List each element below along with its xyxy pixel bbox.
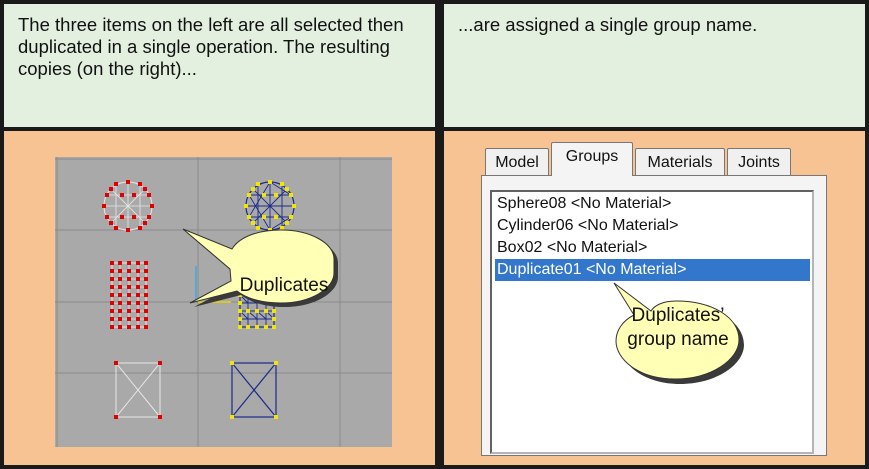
group-name-callout-line1: Duplicates’ xyxy=(631,305,725,326)
left-caption: The three items on the left are all sele… xyxy=(4,4,435,127)
right-illustration-panel: Model Groups Materials Joints Sphere08 <… xyxy=(444,131,865,465)
left-illustration-panel: Duplicates xyxy=(4,131,435,465)
group-name-callout-line2: group name xyxy=(627,329,729,350)
group-name-callout-bubble xyxy=(613,282,744,384)
duplicates-callout-label: Duplicates xyxy=(239,275,329,296)
duplicates-callout-bubble xyxy=(182,228,338,307)
tab-groups[interactable]: Groups xyxy=(551,142,633,176)
figure-frame: The three items on the left are all sele… xyxy=(0,0,869,469)
right-caption: ...are assigned a single group name. xyxy=(444,4,865,127)
